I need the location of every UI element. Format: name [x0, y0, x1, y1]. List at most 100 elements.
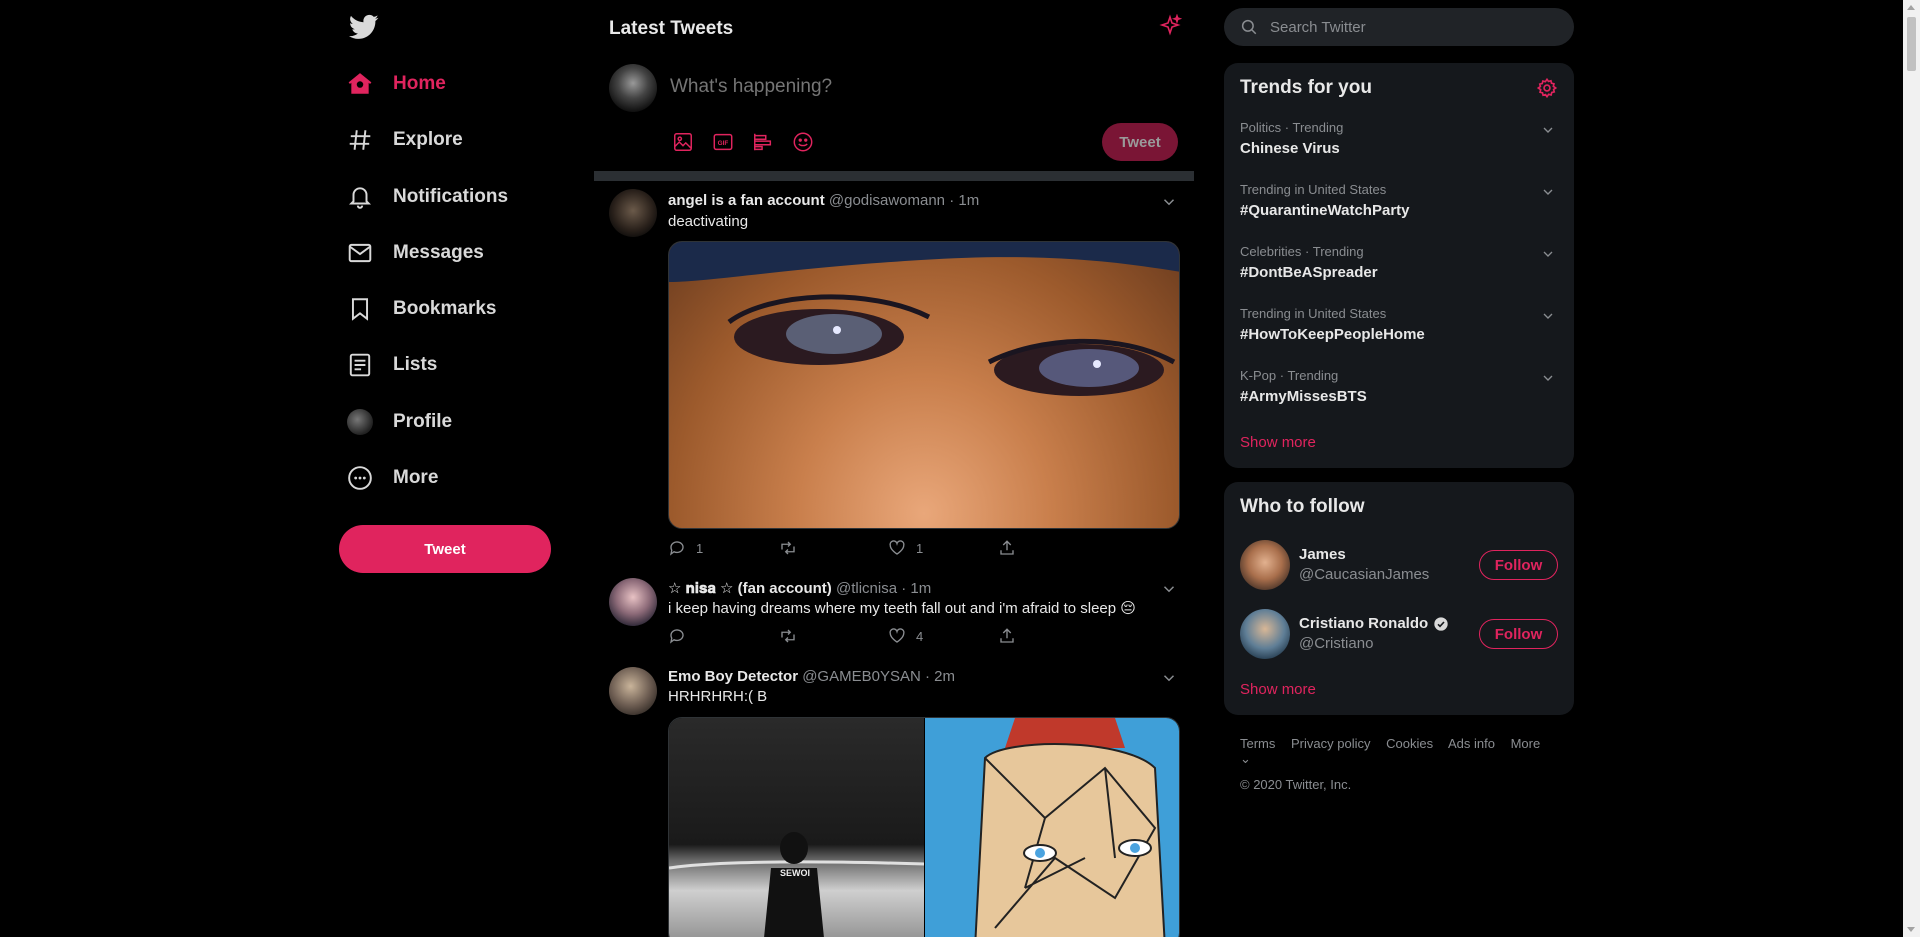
envelope-icon	[347, 240, 373, 266]
nav-item-profile[interactable]: Profile	[339, 400, 452, 444]
nav-item-more[interactable]: More	[339, 456, 438, 500]
scroll-up-arrow-icon[interactable]	[1907, 5, 1915, 10]
chevron-down-icon[interactable]	[1540, 308, 1556, 324]
copyright: © 2020 Twitter, Inc.	[1240, 777, 1352, 792]
page-title: Latest Tweets	[609, 18, 734, 39]
svg-text:GIF: GIF	[718, 140, 729, 147]
share-button[interactable]	[998, 627, 1108, 645]
emoji-icon[interactable]	[786, 128, 820, 156]
trend-meta: Politics · Trending	[1240, 120, 1344, 135]
search-input[interactable]	[1270, 18, 1530, 36]
timestamp[interactable]: 1m	[958, 192, 979, 209]
avatar[interactable]	[1240, 540, 1290, 590]
scroll-down-arrow-icon[interactable]	[1907, 927, 1915, 932]
tweet-media-image[interactable]	[924, 718, 1179, 937]
tweet-media-image[interactable]: SEWOI	[669, 718, 925, 937]
page-scrollbar[interactable]	[1903, 0, 1920, 937]
trend-item[interactable]: Trending in United States #HowToKeepPeop…	[1224, 306, 1574, 368]
author-handle[interactable]: @tlicnisa	[836, 580, 897, 597]
retweet-button[interactable]	[778, 627, 888, 645]
follow-button[interactable]: Follow	[1479, 619, 1558, 649]
trend-item[interactable]: Trending in United States #QuarantineWat…	[1224, 182, 1574, 244]
trend-name: #DontBeASpreader	[1240, 264, 1378, 281]
share-button[interactable]	[998, 539, 1108, 557]
section-divider	[594, 171, 1194, 181]
author-handle[interactable]: @GAMEB0YSAN	[802, 668, 921, 685]
compose-tweet-button[interactable]: Tweet	[1102, 123, 1178, 161]
chevron-down-icon[interactable]	[1160, 669, 1178, 687]
avatar[interactable]	[609, 578, 657, 626]
follow-suggestion[interactable]: James @CaucasianJames Follow	[1224, 534, 1574, 596]
tweet-text: HRHRHRH:( B	[668, 688, 768, 705]
chevron-down-icon[interactable]	[1540, 246, 1556, 262]
who-to-follow-show-more-link[interactable]: Show more	[1240, 681, 1316, 698]
follow-button[interactable]: Follow	[1479, 550, 1558, 580]
nav-item-messages[interactable]: Messages	[339, 231, 484, 275]
trend-item[interactable]: Politics · Trending Chinese Virus	[1224, 120, 1574, 182]
image-icon[interactable]	[666, 128, 700, 156]
trend-name: #QuarantineWatchParty	[1240, 202, 1410, 219]
trend-item[interactable]: K-Pop · Trending #ArmyMissesBTS	[1224, 368, 1574, 430]
tweet-actions: 1 1	[668, 539, 1108, 557]
chevron-down-icon[interactable]	[1160, 193, 1178, 211]
compose-input[interactable]	[670, 76, 1070, 98]
gear-icon[interactable]	[1536, 77, 1558, 99]
chevron-down-icon[interactable]	[1540, 370, 1556, 386]
footer-link-cookies[interactable]: Cookies	[1386, 736, 1433, 751]
like-button[interactable]: 1	[888, 539, 998, 557]
compose-toolbar: GIF	[666, 128, 820, 156]
nav-item-home[interactable]: Home	[339, 62, 446, 106]
like-button[interactable]: 4	[888, 627, 998, 645]
footer-link-terms[interactable]: Terms	[1240, 736, 1275, 751]
trend-name: #HowToKeepPeopleHome	[1240, 326, 1425, 343]
poll-icon[interactable]	[746, 128, 780, 156]
nav-item-notifications[interactable]: Notifications	[339, 175, 508, 219]
nav-item-lists[interactable]: Lists	[339, 343, 437, 387]
sparkle-icon[interactable]	[1158, 14, 1182, 38]
search-icon	[1240, 18, 1258, 36]
compose-avatar[interactable]	[609, 64, 657, 112]
bookmark-icon	[347, 296, 373, 322]
nav-item-explore[interactable]: Explore	[339, 118, 463, 162]
nav-label: Home	[393, 73, 446, 94]
gif-icon[interactable]: GIF	[706, 128, 740, 156]
trends-show-more-link[interactable]: Show more	[1240, 434, 1316, 451]
reply-button[interactable]	[668, 627, 778, 645]
tweet-media-image[interactable]	[668, 241, 1180, 529]
tweet-media-gallery[interactable]: SEWOI	[668, 717, 1180, 937]
retweet-icon	[781, 541, 795, 555]
chevron-down-icon[interactable]	[1540, 184, 1556, 200]
user-handle: @Cristiano	[1299, 635, 1374, 652]
footer-link-privacy[interactable]: Privacy policy	[1291, 736, 1370, 751]
trend-name: Chinese Virus	[1240, 140, 1340, 157]
author-name[interactable]: Emo Boy Detector	[668, 668, 798, 685]
nav-label: Explore	[393, 129, 463, 150]
nav-item-bookmarks[interactable]: Bookmarks	[339, 287, 497, 331]
left-navigation: Home Explore Notifications Messages Book…	[339, 0, 555, 937]
trend-item[interactable]: Celebrities · Trending #DontBeASpreader	[1224, 244, 1574, 306]
chevron-down-icon[interactable]	[1160, 580, 1178, 598]
chevron-down-icon[interactable]	[1540, 122, 1556, 138]
share-icon	[1000, 540, 1014, 555]
scrollbar-thumb[interactable]	[1907, 17, 1916, 71]
like-count: 1	[916, 540, 924, 556]
timestamp[interactable]: 1m	[910, 580, 931, 597]
timestamp[interactable]: 2m	[934, 668, 955, 685]
author-name[interactable]: ☆ 𝐧𝐢𝐬𝐚 ☆ (fan account)	[668, 580, 832, 597]
tweet-button[interactable]: Tweet	[339, 525, 551, 573]
tweet-actions: 4	[668, 627, 1108, 645]
follow-suggestion[interactable]: Cristiano Ronaldo @Cristiano Follow	[1224, 603, 1574, 665]
author-handle[interactable]: @godisawomann	[829, 192, 945, 209]
reply-button[interactable]: 1	[668, 539, 778, 557]
retweet-button[interactable]	[778, 539, 888, 557]
user-name: James	[1299, 546, 1346, 563]
avatar[interactable]	[609, 189, 657, 237]
avatar[interactable]	[609, 667, 657, 715]
footer: Terms Privacy policy Cookies Ads info Mo…	[1240, 736, 1574, 792]
author-name[interactable]: angel is a fan account	[668, 192, 825, 209]
footer-link-ads-info[interactable]: Ads info	[1448, 736, 1495, 751]
hashtag-icon	[347, 127, 373, 153]
search-bar[interactable]	[1224, 8, 1574, 46]
twitter-logo-icon[interactable]	[349, 12, 379, 42]
avatar[interactable]	[1240, 609, 1290, 659]
